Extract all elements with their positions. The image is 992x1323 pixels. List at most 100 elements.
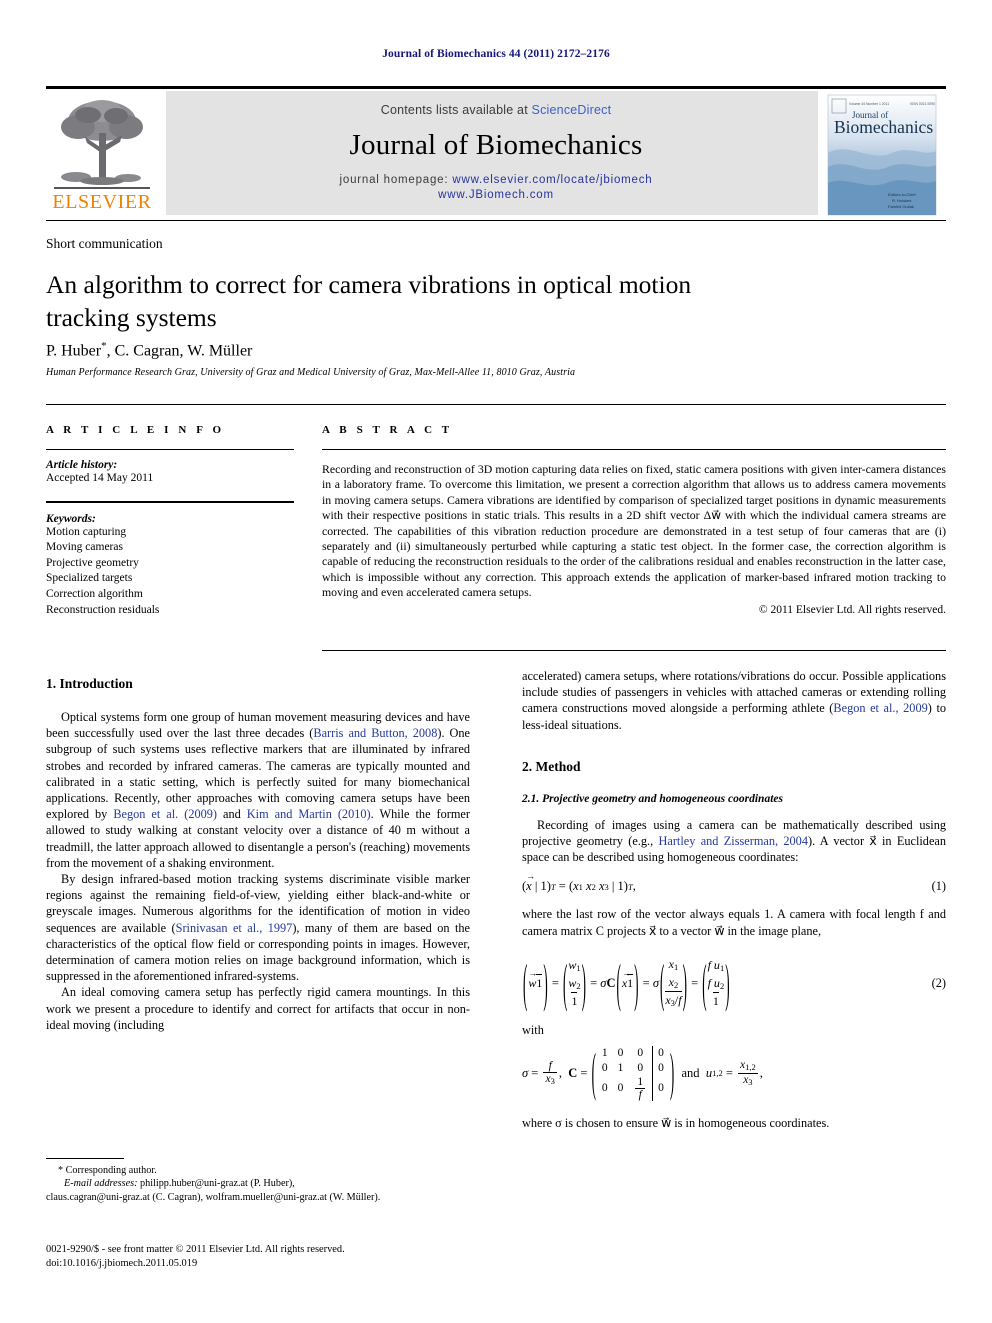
- body-column-right: accelerated) camera setups, where rotati…: [522, 668, 946, 1131]
- info-divider: [46, 404, 946, 405]
- homepage-url-elsevier[interactable]: www.elsevier.com/locate/jbiomech: [452, 174, 652, 186]
- equation-2: ( → w1 ) = ( w1 w2 1 ) = σC ( → x1 ) = σ ( x…: [522, 951, 946, 1013]
- imprint-block: 0021-9290/$ - see front matter © 2011 El…: [46, 1243, 476, 1271]
- page-title: An algorithm to correct for camera vibra…: [46, 270, 692, 332]
- article-type-kicker: Short communication: [46, 236, 163, 251]
- email-addresses-line-2[interactable]: claus.cagran@uni-graz.at (C. Cagran), wo…: [46, 1191, 476, 1204]
- text-run: and: [217, 807, 247, 822]
- after-equation-3-text: where σ is chosen to ensure w⃗ is in hom…: [522, 1115, 830, 1130]
- citation-link[interactable]: Begon et al. (2009): [113, 807, 217, 821]
- imprint-front-matter: 0021-9290/$ - see front matter © 2011 El…: [46, 1244, 345, 1255]
- svg-text:Farshid Guilak: Farshid Guilak: [888, 204, 914, 209]
- journal-cover-image: Volume 44 Number 1 2011 ISSN 0021-9290 J…: [827, 94, 937, 216]
- intro-paragraph-2: By design infrared-based motion tracking…: [46, 871, 470, 984]
- sciencedirect-link[interactable]: ScienceDirect: [532, 103, 612, 117]
- equation-3-body: σ = f x3, C = ( 1000 0100 001f0 ) and u 1,…: [522, 1041, 946, 1103]
- footnote-block: * Corresponding author. E-mail addresses…: [46, 1164, 476, 1204]
- right-paragraph-1: accelerated) camera setups, where rotati…: [522, 668, 946, 733]
- paren-open: (: [616, 951, 621, 1013]
- journal-title: Journal of Biomechanics: [349, 129, 643, 161]
- intro-paragraph-3: An ideal comoving camera setup has perfe…: [46, 985, 470, 1032]
- author-rest: , C. Cagran, W. Müller: [106, 342, 253, 360]
- journal-masthead: ELSEVIER Contents lists available at Sci…: [46, 86, 946, 223]
- paren-close: ): [543, 951, 548, 1013]
- section-heading-method: 2. Method: [522, 758, 581, 774]
- paren-open: (: [591, 1040, 596, 1103]
- article-page: Journal of Biomechanics 44 (2011) 2172–2…: [0, 0, 992, 1323]
- fu-components: f u1 f u2 1: [707, 958, 725, 1009]
- citation-link[interactable]: Barris and Button, 2008: [313, 726, 437, 740]
- author-first: P. Huber: [46, 342, 102, 360]
- svg-text:ISSN 0021-9290: ISSN 0021-9290: [910, 102, 935, 106]
- abstract-rule: [322, 449, 946, 450]
- fraction-f-over-x3: f x3: [543, 1059, 557, 1086]
- equation-2-number: (2): [931, 976, 946, 991]
- email-value-1[interactable]: philipp.huber@uni-graz.at (P. Huber),: [140, 1178, 295, 1189]
- paren-open: (: [563, 951, 568, 1013]
- paren-open: (: [659, 951, 665, 1013]
- svg-text:Editors-in-Chief: Editors-in-Chief: [888, 192, 916, 197]
- svg-text:Biomechanics: Biomechanics: [834, 117, 933, 137]
- email-label: E-mail addresses:: [64, 1178, 138, 1190]
- intro-paragraph-1: Optical systems form one group of human …: [46, 709, 470, 871]
- abstract-copyright: © 2011 Elsevier Ltd. All rights reserved…: [758, 603, 946, 616]
- method-paragraph-1: Recording of images using a camera can b…: [522, 817, 946, 866]
- camera-matrix-C: 1000 0100 001f0: [597, 1045, 669, 1101]
- keyword-item: Projective geometry: [46, 556, 139, 569]
- svg-text:R. Huiskes: R. Huiskes: [892, 198, 911, 203]
- running-head: Journal of Biomechanics 44 (2011) 2172–2…: [382, 48, 610, 60]
- journal-cover-thumbnail: Volume 44 Number 1 2011 ISSN 0021-9290 J…: [818, 91, 946, 217]
- article-info-block: A R T I C L E I N F O Article history: A…: [46, 424, 301, 618]
- abstract-bottom-rule: [322, 650, 946, 651]
- masthead-band: Contents lists available at ScienceDirec…: [166, 91, 826, 215]
- keywords-label: Keywords:: [46, 512, 96, 525]
- article-info-heading: A R T I C L E I N F O: [46, 424, 225, 436]
- equation-1-number: (1): [931, 879, 946, 894]
- keyword-item: Correction algorithm: [46, 587, 143, 600]
- email-addresses-line-1: E-mail addresses: philipp.huber@uni-graz…: [46, 1177, 476, 1190]
- equation-2-body: ( → w1 ) = ( w1 w2 1 ) = σC ( → x1 ) = σ ( x…: [522, 951, 932, 1013]
- vector-w-over-1: → w1: [528, 968, 543, 991]
- body-column-left: 1. Introduction Optical systems form one…: [46, 676, 470, 1033]
- abstract-heading: A B S T R A C T: [322, 424, 453, 436]
- homepage-label: journal homepage:: [339, 174, 453, 186]
- author-list: P. Huber*, C. Cagran, W. Müller: [46, 340, 746, 360]
- footnote-rule: [46, 1158, 124, 1159]
- x-components: x1 x2 x3/f: [665, 956, 682, 1008]
- citation-link[interactable]: Hartley and Zisserman, 2004: [659, 834, 808, 848]
- svg-text:Volume 44 Number 1 2011: Volume 44 Number 1 2011: [849, 102, 889, 106]
- citation-link[interactable]: Kim and Martin (2010): [247, 807, 371, 821]
- paren-close: ): [725, 951, 730, 1013]
- elsevier-logo: ELSEVIER: [46, 95, 158, 217]
- elsevier-wordmark: ELSEVIER: [52, 191, 152, 213]
- article-info-rule-1: [46, 449, 294, 450]
- abstract-block: A B S T R A C T Recording and reconstruc…: [322, 424, 946, 616]
- corresponding-author-note: * Corresponding author.: [58, 1165, 157, 1176]
- paren-close: ): [581, 951, 586, 1013]
- with-label: with: [522, 1022, 544, 1037]
- w-components: w1 w2 1: [568, 958, 581, 1009]
- homepage-url-jbiomech[interactable]: www.JBiomech.com: [438, 189, 554, 201]
- equation-1: (→ x | 1) T = (x 1 x2 x3 | 1) T, (1): [522, 871, 946, 894]
- article-history-value: Accepted 14 May 2011: [46, 472, 154, 484]
- keyword-item: Motion capturing: [46, 525, 127, 538]
- contents-available-line: Contents lists available at ScienceDirec…: [166, 103, 826, 117]
- keyword-item: Specialized targets: [46, 572, 133, 585]
- paren-close: ): [634, 951, 639, 1013]
- paren-open: (: [702, 951, 707, 1013]
- citation-link[interactable]: Srinivasan et al., 1997: [176, 921, 293, 935]
- imprint-doi[interactable]: doi:10.1016/j.jbiomech.2011.05.019: [46, 1257, 476, 1271]
- vector-x-over-1: → x1: [621, 968, 634, 991]
- paren-open: (: [523, 951, 528, 1013]
- section-heading-introduction: 1. Introduction: [46, 676, 133, 691]
- article-history-label: Article history:: [46, 459, 118, 471]
- journal-homepage-line: journal homepage: www.elsevier.com/locat…: [166, 173, 826, 203]
- elsevier-tree-icon: [61, 100, 143, 185]
- equation-1-body: (→ x | 1) T = (x 1 x2 x3 | 1) T,: [522, 871, 636, 894]
- author-affiliation: Human Performance Research Graz, Univers…: [46, 367, 576, 378]
- keyword-item: Moving cameras: [46, 541, 123, 554]
- citation-link[interactable]: Begon et al., 2009: [833, 701, 927, 715]
- subsection-heading-projective-geometry: 2.1. Projective geometry and homogeneous…: [522, 792, 783, 805]
- after-equation-1-text: where the last row of the vector always …: [522, 907, 946, 938]
- contents-prefix: Contents lists available at: [380, 103, 532, 117]
